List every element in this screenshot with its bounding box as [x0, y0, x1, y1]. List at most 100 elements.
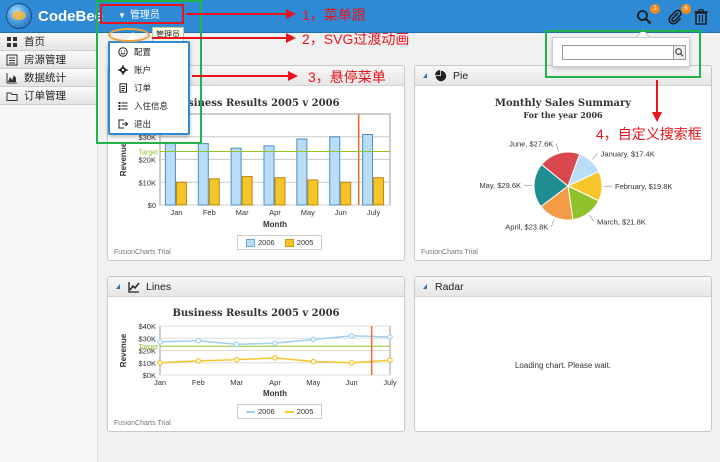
- x-tick-label: Jun: [346, 378, 358, 387]
- x-tick-label: Apr: [269, 208, 281, 217]
- annotation-box-user-menu: [100, 4, 184, 24]
- trash-button[interactable]: [694, 9, 712, 27]
- bar-2005: [274, 177, 286, 206]
- panel-header: Radar: [415, 277, 711, 297]
- pie-chart-panel: Pie Monthly Sales Summary For the year 2…: [414, 65, 712, 261]
- panel-header-label: Lines: [146, 280, 172, 293]
- x-tick-label: Jan: [154, 378, 166, 387]
- point-2005: [272, 355, 278, 361]
- annotation-arrow-2: [152, 37, 286, 39]
- x-axis-label: Month: [263, 220, 287, 229]
- annotation-arrow-3: [192, 75, 288, 77]
- y-tick-label: $20K: [138, 156, 156, 165]
- legend-item-2006[interactable]: 2006: [246, 407, 275, 416]
- x-tick-label: July: [383, 378, 397, 387]
- annotation-label-4: 4，自定义搜索框: [596, 126, 702, 142]
- point-2005: [387, 357, 393, 364]
- point-2005: [195, 358, 202, 364]
- y-axis-label: Revenue: [119, 142, 128, 176]
- bar-2005: [340, 181, 352, 206]
- pie-slice-label: January, $17.4K: [601, 150, 655, 159]
- legend-item-2005[interactable]: 2005: [284, 238, 313, 247]
- bar-2005: [373, 177, 385, 206]
- pie-leader-line: [589, 214, 595, 222]
- x-axis-label: Month: [263, 389, 287, 398]
- sidebar-item-label: 首页: [24, 36, 45, 48]
- x-tick-label: May: [306, 378, 320, 387]
- radar-chart-panel: Radar Loading chart. Please wait.: [414, 276, 712, 432]
- brand-name: CodeBee: [38, 8, 104, 25]
- collapse-icon[interactable]: [423, 73, 427, 78]
- y-tick-label: $40K: [138, 322, 156, 331]
- pie-chart-title: Monthly Sales Summary: [494, 98, 632, 109]
- folder-icon: [6, 92, 18, 101]
- point-2005: [157, 359, 163, 366]
- x-tick-label: Jun: [335, 208, 347, 217]
- bar-chart-legend: 2006 2005: [237, 235, 323, 250]
- legend-swatch-2005: [284, 411, 294, 414]
- search-badge: 3: [650, 4, 660, 14]
- line-chart-panel: Lines Business Results 2005 v 2006 $0K $1…: [107, 276, 405, 432]
- legend-label: 2006: [258, 407, 275, 416]
- collapse-icon[interactable]: [423, 284, 427, 289]
- x-tick-label: Mar: [236, 208, 249, 217]
- loading-message: Loading chart. Please wait.: [514, 361, 612, 370]
- sidebar-item-statistics[interactable]: 数据统计: [0, 69, 97, 87]
- list-icon: [6, 54, 18, 65]
- sidebar-item-label: 订单管理: [24, 90, 66, 102]
- y-tick-label: $10K: [138, 359, 156, 368]
- pie-slice-label: April, $23.8K: [505, 223, 548, 232]
- x-tick-label: Mar: [230, 378, 243, 387]
- bar-2006: [329, 136, 341, 206]
- sidebar-item-orders[interactable]: 订单管理: [0, 87, 97, 105]
- pie-slice-label: March, $21.8K: [597, 217, 646, 226]
- search-toggle-button[interactable]: 3: [636, 4, 660, 27]
- y-tick-label: $10K: [138, 178, 156, 187]
- pie-slice-label: June, $27.6K: [509, 140, 553, 149]
- sidebar-item-listings[interactable]: 房源管理: [0, 51, 97, 69]
- attachment-button[interactable]: 6: [667, 4, 691, 27]
- line-chart: $0K$10K$20K$30K$40KTargetJan Feb Mar Apr May…: [119, 322, 397, 398]
- y-tick-label: $30K: [138, 334, 156, 343]
- bar-2006: [263, 145, 275, 206]
- trial-watermark: FusionCharts Trial: [421, 249, 478, 256]
- pie-slice-label: May, $29.6K: [479, 181, 521, 190]
- annotation-arrow-1: [186, 13, 286, 15]
- collapse-icon[interactable]: [116, 284, 120, 289]
- x-tick-label: Feb: [192, 378, 205, 387]
- chart-icon: [6, 72, 17, 83]
- point-2006: [310, 336, 317, 343]
- point-2005: [348, 359, 355, 366]
- line-chart-title: Business Results 2005 v 2006: [172, 308, 340, 319]
- bar-2005: [175, 181, 187, 206]
- target-label: Target: [139, 150, 159, 157]
- legend-item-2005[interactable]: 2005: [284, 407, 314, 416]
- pie-slice-label: February, $19.8K: [615, 182, 672, 191]
- trial-watermark: FusionCharts Trial: [114, 249, 171, 256]
- legend-label: 2005: [296, 407, 314, 416]
- y-axis-label: Revenue: [119, 333, 128, 367]
- annotation-label-1: 1，菜单跟: [302, 7, 366, 23]
- trial-watermark: FusionCharts Trial: [114, 420, 171, 427]
- legend-item-2006[interactable]: 2006: [246, 238, 275, 247]
- x-tick-label: Apr: [269, 378, 281, 387]
- target-label: Target: [139, 344, 159, 351]
- x-tick-label: Jan: [170, 208, 182, 217]
- annotation-arrowhead-1: [286, 9, 296, 19]
- panel-header: Lines: [108, 277, 404, 297]
- sidebar: 首页 房源管理 数据统计 订单管理: [0, 33, 98, 462]
- panel-header-label: Radar: [435, 280, 464, 293]
- line-chart-legend: 2006 2005: [237, 404, 323, 419]
- annotation-arrow-4: [656, 80, 658, 114]
- annotation-arrowhead-2: [286, 33, 296, 43]
- bar-2005: [241, 176, 253, 206]
- panel-header-label: Pie: [453, 69, 469, 82]
- line-chart-icon: [128, 281, 140, 293]
- point-2006: [348, 333, 355, 339]
- attachment-badge: 6: [681, 4, 691, 14]
- annotation-arrowhead-3: [288, 71, 298, 81]
- annotation-arrowhead-4: [652, 112, 662, 122]
- point-2006: [387, 334, 393, 340]
- sidebar-item-home[interactable]: 首页: [0, 33, 97, 51]
- annotation-label-2: 2，SVG过渡动画: [302, 31, 410, 47]
